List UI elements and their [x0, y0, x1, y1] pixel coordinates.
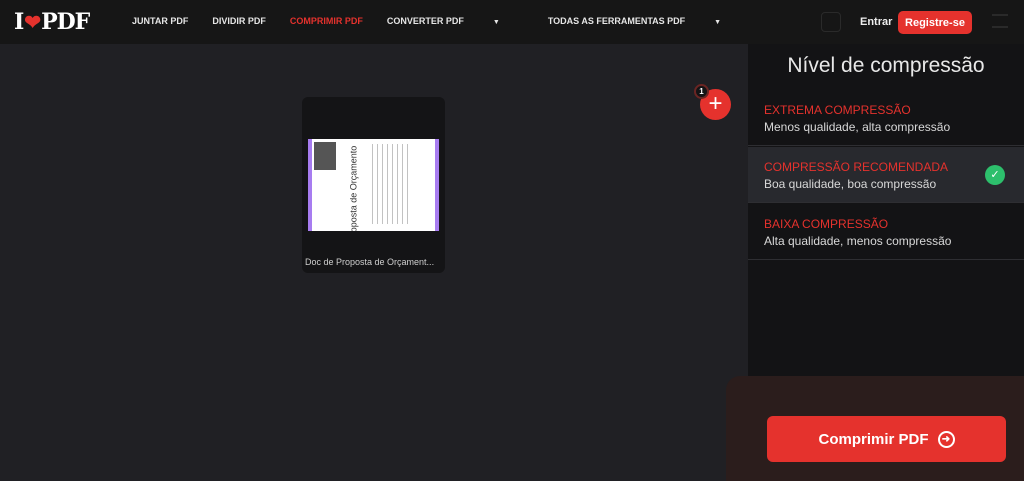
heart-icon: ❤: [24, 10, 41, 34]
caret-down-icon: ▼: [714, 19, 722, 26]
file-card[interactable]: Proposta de Orçamento Doc de Proposta de…: [302, 97, 445, 273]
compress-pdf-button[interactable]: Comprimir PDF ➜: [767, 416, 1006, 462]
nav-dividir[interactable]: DIVIDIR PDF: [212, 16, 266, 26]
panel-title: Nível de compressão: [787, 54, 985, 77]
top-nav: I ❤ PDF JUNTAR PDF DIVIDIR PDF COMPRIMIR P…: [0, 0, 1024, 44]
thumbnail-image: [314, 142, 336, 170]
plus-icon: +: [708, 90, 723, 117]
option-recommended[interactable]: COMPRESSÃO RECOMENDADA Boa qualidade, bo…: [748, 147, 1024, 203]
nav-juntar[interactable]: JUNTAR PDF: [132, 16, 188, 26]
caret-down-icon: ▼: [492, 19, 500, 26]
file-name: Doc de Proposta de Orçament...: [305, 257, 435, 267]
login-link[interactable]: Entrar: [860, 16, 892, 28]
file-thumbnail: Proposta de Orçamento: [308, 139, 439, 231]
thumbnail-text-lines: [372, 144, 412, 224]
check-icon: ✓: [985, 165, 1005, 185]
option-extreme[interactable]: EXTREMA COMPRESSÃO Menos qualidade, alta…: [748, 90, 1024, 146]
nav-comprimir[interactable]: COMPRIMIR PDF: [290, 16, 363, 26]
register-button[interactable]: Registre-se: [898, 11, 972, 34]
file-count-badge: 1: [694, 84, 709, 99]
ilovepdf-logo[interactable]: I ❤ PDF: [14, 9, 90, 35]
nav-converter[interactable]: CONVERTER PDF ▼: [387, 16, 524, 26]
menu-icon[interactable]: [992, 14, 1008, 28]
arrow-right-circle-icon: ➜: [937, 430, 955, 448]
nav-todas[interactable]: TODAS AS FERRAMENTAS PDF ▼: [548, 16, 745, 26]
desktop-icon[interactable]: [821, 12, 841, 32]
option-low[interactable]: BAIXA COMPRESSÃO Alta qualidade, menos c…: [748, 204, 1024, 260]
